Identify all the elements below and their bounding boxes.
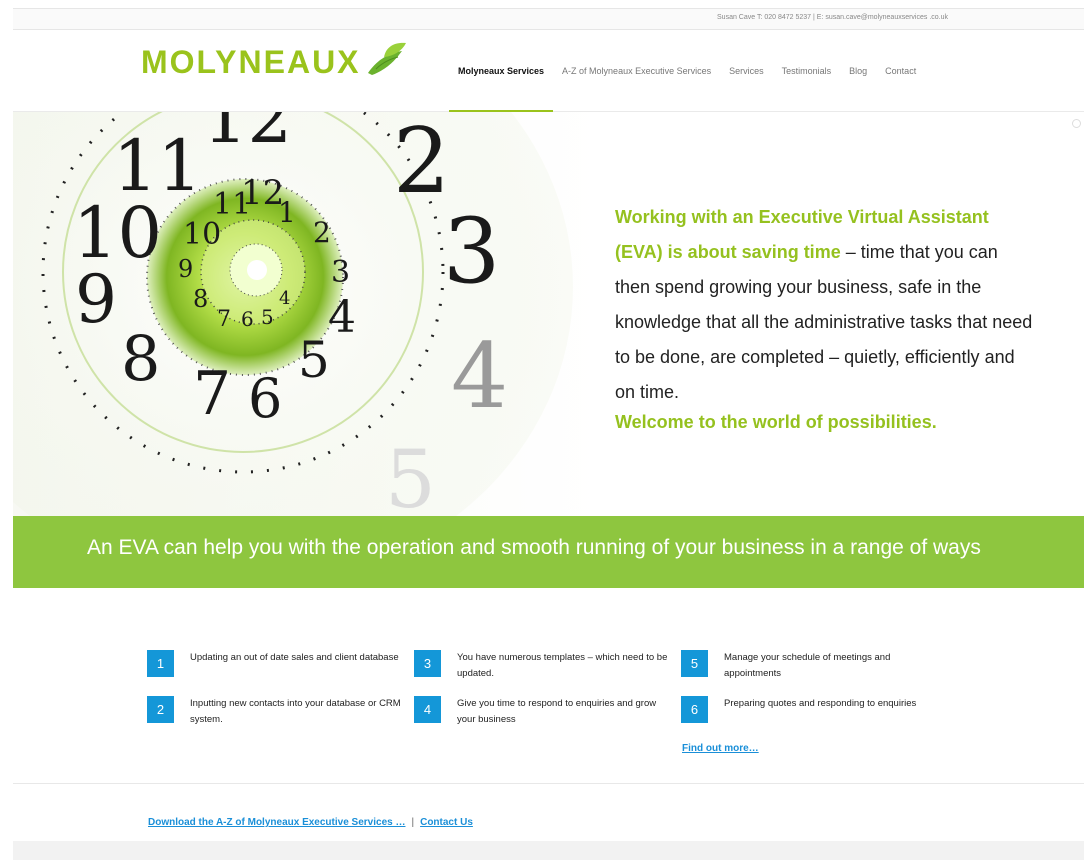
spiral-clock-image: 11 12 2 3 4 5 10 9 8 7 6 5 4 10 11 12 1 …	[13, 112, 573, 517]
service-number-badge: 2	[147, 696, 174, 723]
svg-text:6: 6	[241, 307, 254, 331]
top-contact-bar: Susan Cave T: 020 8472 5237 | E: susan.c…	[13, 8, 1084, 30]
svg-text:3: 3	[443, 199, 500, 304]
footer-links: Download the A-Z of Molyneaux Executive …	[148, 817, 473, 828]
download-a-z-link[interactable]: Download the A-Z of Molyneaux Executive …	[148, 817, 405, 828]
svg-text:8: 8	[121, 322, 160, 395]
nav-a-z-services[interactable]: A-Z of Molyneaux Executive Services	[562, 66, 711, 76]
svg-text:3: 3	[331, 255, 350, 290]
svg-text:4: 4	[279, 288, 290, 309]
slider-dot[interactable]	[1072, 119, 1081, 128]
svg-text:9: 9	[75, 261, 117, 338]
svg-text:4: 4	[328, 292, 356, 343]
nav-services[interactable]: Services	[729, 66, 764, 76]
svg-text:1: 1	[278, 196, 296, 229]
service-number-badge: 4	[414, 696, 441, 723]
hero-body: – time that you can then spend growing y…	[615, 242, 1033, 402]
find-out-more-link[interactable]: Find out more…	[682, 743, 759, 754]
nav-molyneaux-services[interactable]: Molyneaux Services	[458, 66, 544, 76]
service-number-badge: 1	[147, 650, 174, 677]
svg-text:5: 5	[385, 433, 436, 517]
service-text: You have numerous templates – which need…	[457, 652, 668, 679]
svg-text:10: 10	[183, 217, 221, 252]
site-logo[interactable]: MOLYNEAUX	[141, 44, 361, 81]
footer-band	[13, 841, 1084, 860]
service-number-badge: 6	[681, 696, 708, 723]
hero-intro: Working with an Executive Virtual Assist…	[615, 200, 1035, 410]
svg-text:6: 6	[248, 367, 282, 430]
nav-contact[interactable]: Contact	[885, 66, 916, 76]
hero-tagline: Welcome to the world of possibilities.	[615, 412, 937, 432]
leaf-bird-icon	[368, 42, 406, 75]
service-text: Give you time to respond to enquiries an…	[457, 698, 657, 725]
main-nav: Molyneaux Services A-Z of Molyneaux Exec…	[458, 66, 916, 76]
svg-text:8: 8	[193, 285, 208, 313]
hero-section: 11 12 2 3 4 5 10 9 8 7 6 5 4 10 11 12 1 …	[13, 112, 1084, 517]
svg-text:5: 5	[261, 305, 274, 329]
svg-text:7: 7	[193, 359, 231, 429]
service-number-badge: 3	[414, 650, 441, 677]
svg-text:12: 12	[203, 112, 292, 159]
service-number-badge: 5	[681, 650, 708, 677]
service-text: Inputting new contacts into your databas…	[190, 698, 401, 725]
svg-text:2: 2	[393, 112, 450, 214]
contact-info: Susan Cave T: 020 8472 5237 | E: susan.c…	[717, 14, 948, 21]
svg-text:7: 7	[217, 307, 231, 332]
green-banner: An EVA can help you with the operation a…	[13, 516, 1084, 588]
service-text: Updating an out of date sales and client…	[190, 652, 399, 663]
section-divider	[13, 783, 1084, 784]
svg-text:4: 4	[451, 324, 508, 429]
nav-blog[interactable]: Blog	[849, 66, 867, 76]
service-text: Preparing quotes and responding to enqui…	[724, 698, 917, 709]
banner-text: An EVA can help you with the operation a…	[87, 536, 981, 559]
contact-us-link[interactable]: Contact Us	[420, 817, 473, 828]
svg-text:2: 2	[313, 216, 331, 249]
footer-separator: |	[411, 817, 415, 828]
service-text: Manage your schedule of meetings and app…	[724, 652, 891, 679]
nav-testimonials[interactable]: Testimonials	[782, 66, 832, 76]
svg-text:9: 9	[178, 255, 193, 283]
svg-text:5: 5	[298, 331, 330, 389]
